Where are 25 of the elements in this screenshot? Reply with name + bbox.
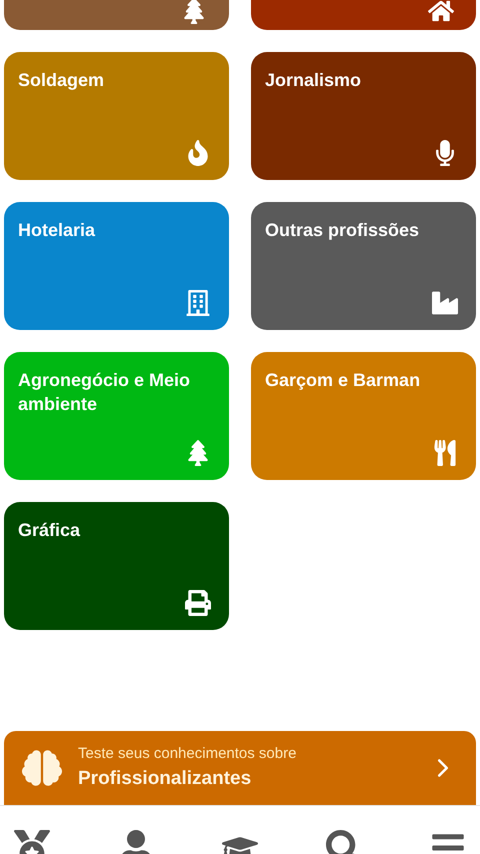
printer-icon	[185, 590, 211, 616]
category-card[interactable]	[251, 0, 476, 30]
category-title: Agronegócio e Meio ambiente	[18, 369, 192, 416]
category-title: Garçom e Barman	[265, 369, 422, 392]
fork-knife-icon	[432, 440, 458, 466]
category-card[interactable]: Agronegócio e Meio ambiente	[4, 352, 229, 480]
factory-icon	[432, 290, 458, 316]
category-card[interactable]: Garçom e Barman	[251, 352, 476, 480]
category-card[interactable]	[4, 0, 229, 30]
brain-icon	[22, 748, 62, 788]
quiz-subject: Profissionalizantes	[78, 767, 252, 791]
category-title: Hotelaria	[18, 219, 96, 242]
category-card[interactable]: Jornalismo	[251, 52, 476, 180]
building-icon	[185, 290, 211, 316]
category-card[interactable]: Gráfica	[4, 502, 229, 630]
category-title: Outras profissões	[265, 219, 420, 242]
quiz-caption: Teste seus conhecimentos sobre	[78, 744, 298, 764]
category-title: Jornalismo	[265, 69, 362, 92]
quiz-banner[interactable]: Teste seus conhecimentos sobre Profissionalizantes	[4, 731, 476, 805]
house-icon	[428, 0, 454, 24]
category-card[interactable]: Hotelaria	[4, 202, 229, 330]
category-card[interactable]: Outras profissões	[251, 202, 476, 330]
category-title: Gráfica	[18, 519, 82, 542]
category-title: Soldagem	[18, 69, 106, 92]
category-card[interactable]: Soldagem	[4, 52, 229, 180]
